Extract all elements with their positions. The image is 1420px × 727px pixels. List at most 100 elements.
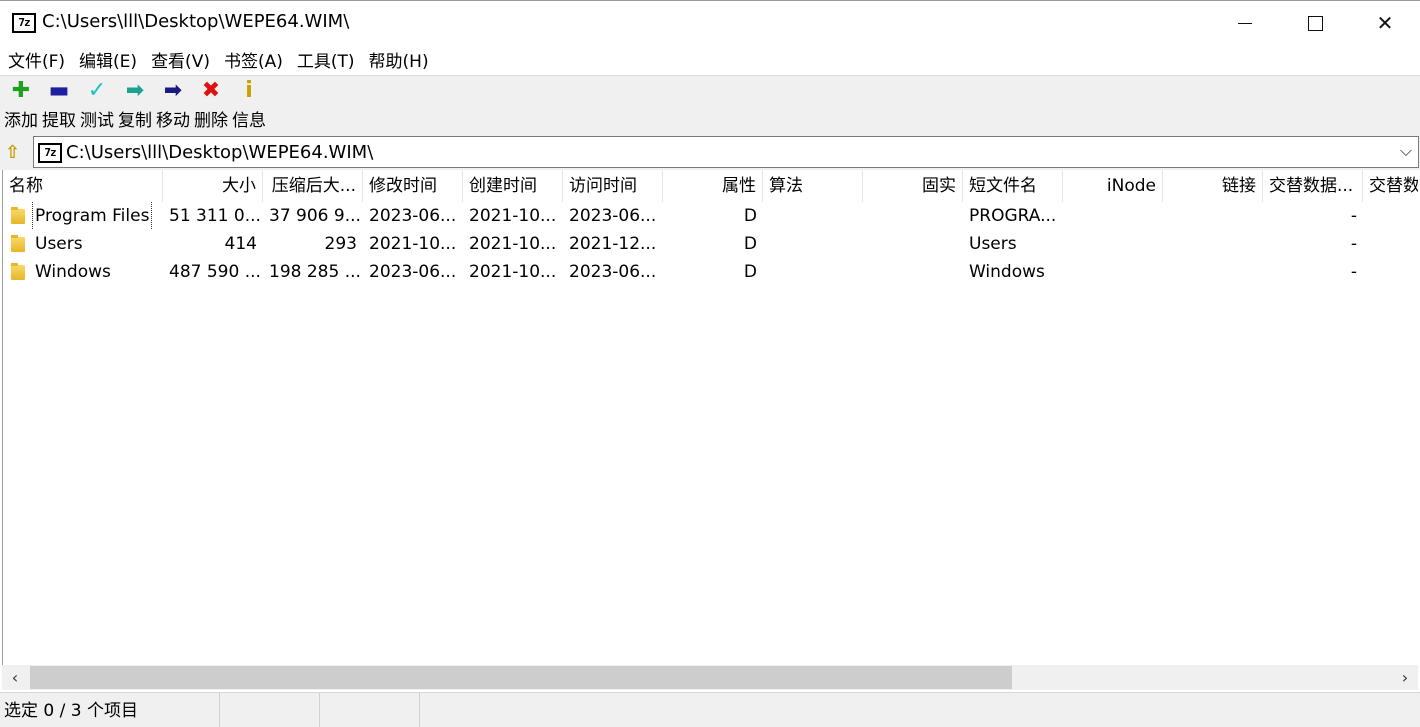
col-created[interactable]: 创建时间: [463, 170, 563, 202]
delete-x-icon: ✖: [201, 78, 221, 103]
title-bar: 7z C:\Users\lll\Desktop\WEPE64.WIM\ ✕: [0, 0, 1420, 44]
column-header-row: 名称 大小 压缩后大... 修改时间 创建时间 访问时间 属性 算法 固实 短文…: [3, 170, 1418, 202]
minus-icon: ▬: [48, 78, 70, 103]
row-packed-cell: 37 906 9...: [269, 206, 361, 226]
menu-bar: 文件(F) 编辑(E) 查看(V) 书签(A) 工具(T) 帮助(H): [0, 44, 1420, 75]
row-inode-cell: [1063, 258, 1163, 286]
address-bar: ⇧ 7z C:\Users\lll\Desktop\WEPE64.WIM\ ⌵: [0, 135, 1420, 170]
toolbar-label: 移动: [156, 111, 190, 131]
row-alt-streams-cell: -: [1350, 234, 1357, 254]
col-modified[interactable]: 修改时间: [363, 170, 463, 202]
col-alt-streams[interactable]: 交替数据...: [1263, 170, 1363, 202]
col-size[interactable]: 大小: [163, 170, 263, 202]
minimize-button[interactable]: [1210, 1, 1280, 45]
row-solid-cell: [863, 230, 963, 258]
row-solid-cell: [863, 258, 963, 286]
row-links-cell: [1163, 258, 1263, 286]
col-packed-size[interactable]: 压缩后大...: [263, 170, 363, 202]
toolbar-button-5[interactable]: ✖ 删除: [194, 76, 228, 135]
menu-view[interactable]: 查看(V): [151, 47, 224, 72]
row-name[interactable]: Users: [33, 230, 85, 258]
row-size-cell: 414: [224, 234, 257, 254]
path-combobox[interactable]: 7z C:\Users\lll\Desktop\WEPE64.WIM\ ⌵: [33, 136, 1419, 168]
toolbar-button-0[interactable]: ✚ 添加: [4, 76, 38, 135]
row-size-cell: 487 590 ...: [169, 262, 261, 282]
scroll-right-icon[interactable]: ›: [1392, 665, 1418, 690]
row-name[interactable]: Windows: [33, 258, 113, 286]
toolbar-button-6[interactable]: i 信息: [232, 76, 266, 135]
status-selection: 选定 0 / 3 个项目: [0, 693, 220, 727]
row-accessed-cell: 2023-06...: [569, 262, 657, 282]
col-short-name[interactable]: 短文件名: [963, 170, 1063, 202]
folder-icon: [11, 263, 25, 280]
row-attr-cell: D: [743, 262, 757, 282]
row-short-name-cell: Windows: [969, 262, 1045, 282]
row-inode-cell: [1063, 230, 1163, 258]
folder-up-icon[interactable]: ⇧: [5, 142, 25, 163]
window-title: C:\Users\lll\Desktop\WEPE64.WIM\: [42, 11, 350, 32]
toolbar: ✚ 添加 ▬ 提取 ✓ 测试 ➡ 复制 ➡ 移动 ✖ 删除 i 信息: [0, 75, 1420, 135]
table-row[interactable]: Users 414 293 2021-10... 2021-10... 2021-12..…: [3, 230, 1418, 258]
row-size-cell: 51 311 0...: [169, 206, 261, 226]
col-accessed[interactable]: 访问时间: [563, 170, 663, 202]
row-short-name-cell: PROGRA...: [969, 206, 1057, 226]
row-alt-streams-cell: -: [1350, 206, 1357, 226]
close-icon: ✕: [1376, 11, 1394, 35]
row-created-cell: 2021-10...: [469, 262, 557, 282]
status-size: [220, 693, 320, 727]
toolbar-label: 信息: [232, 111, 266, 131]
file-list[interactable]: 名称 大小 压缩后大... 修改时间 创建时间 访问时间 属性 算法 固实 短文…: [2, 170, 1418, 665]
scroll-left-icon[interactable]: ‹: [2, 665, 28, 690]
toolbar-button-2[interactable]: ✓ 测试: [80, 76, 114, 135]
close-button[interactable]: ✕: [1350, 1, 1420, 45]
row-solid-cell: [863, 202, 963, 230]
toolbar-button-1[interactable]: ▬ 提取: [42, 76, 76, 135]
row-method-cell: [763, 202, 863, 230]
menu-edit[interactable]: 编辑(E): [79, 47, 151, 72]
scrollbar-thumb[interactable]: [30, 666, 1012, 689]
chevron-down-icon[interactable]: ⌵: [1400, 141, 1412, 161]
row-name[interactable]: Program Files: [31, 202, 153, 230]
col-method[interactable]: 算法: [763, 170, 863, 202]
horizontal-scrollbar[interactable]: ‹ ›: [2, 665, 1418, 690]
toolbar-label: 测试: [80, 111, 114, 131]
row-modified-cell: 2021-10...: [369, 234, 457, 254]
toolbar-label: 删除: [194, 111, 228, 131]
toolbar-label: 提取: [42, 111, 76, 131]
menu-tools[interactable]: 工具(T): [297, 47, 369, 72]
path-input[interactable]: C:\Users\lll\Desktop\WEPE64.WIM\: [66, 142, 373, 163]
col-links[interactable]: 链接: [1163, 170, 1263, 202]
col-name[interactable]: 名称: [3, 170, 163, 202]
menu-file[interactable]: 文件(F): [8, 47, 79, 72]
row-attr-cell: D: [743, 234, 757, 254]
archive-7z-icon: 7z: [38, 143, 62, 163]
col-attributes[interactable]: 属性: [663, 170, 763, 202]
status-packed: [320, 693, 420, 727]
maximize-button[interactable]: [1280, 1, 1350, 45]
row-links-cell: [1163, 202, 1263, 230]
info-icon: i: [245, 78, 253, 103]
row-alt-streams-cell: -: [1350, 262, 1357, 282]
toolbar-label: 添加: [4, 111, 38, 131]
table-row[interactable]: Windows 487 590 ... 198 285 ... 2023-06... 2…: [3, 258, 1418, 286]
maximize-icon: [1307, 15, 1323, 31]
app-7z-icon: 7z: [12, 13, 36, 33]
menu-bookmarks[interactable]: 书签(A): [224, 47, 297, 72]
row-inode-cell: [1063, 202, 1163, 230]
menu-help[interactable]: 帮助(H): [369, 47, 443, 72]
table-row[interactable]: Program Files 51 311 0... 37 906 9... 2023-…: [3, 202, 1418, 230]
row-created-cell: 2021-10...: [469, 234, 557, 254]
check-icon: ✓: [87, 78, 107, 103]
plus-icon: ✚: [11, 78, 31, 103]
toolbar-button-4[interactable]: ➡ 移动: [156, 76, 190, 135]
row-packed-cell: 198 285 ...: [269, 262, 361, 282]
toolbar-button-3[interactable]: ➡ 复制: [118, 76, 152, 135]
col-solid[interactable]: 固实: [863, 170, 963, 202]
row-links-cell: [1163, 230, 1263, 258]
col-alt-streams-2[interactable]: 交替数: [1363, 170, 1418, 202]
toolbar-label: 复制: [118, 111, 152, 131]
row-name-cell: Users: [3, 230, 163, 258]
copy-arrow-icon: ➡: [125, 78, 145, 103]
minimize-icon: [1238, 22, 1252, 24]
col-inode[interactable]: iNode: [1063, 170, 1163, 202]
